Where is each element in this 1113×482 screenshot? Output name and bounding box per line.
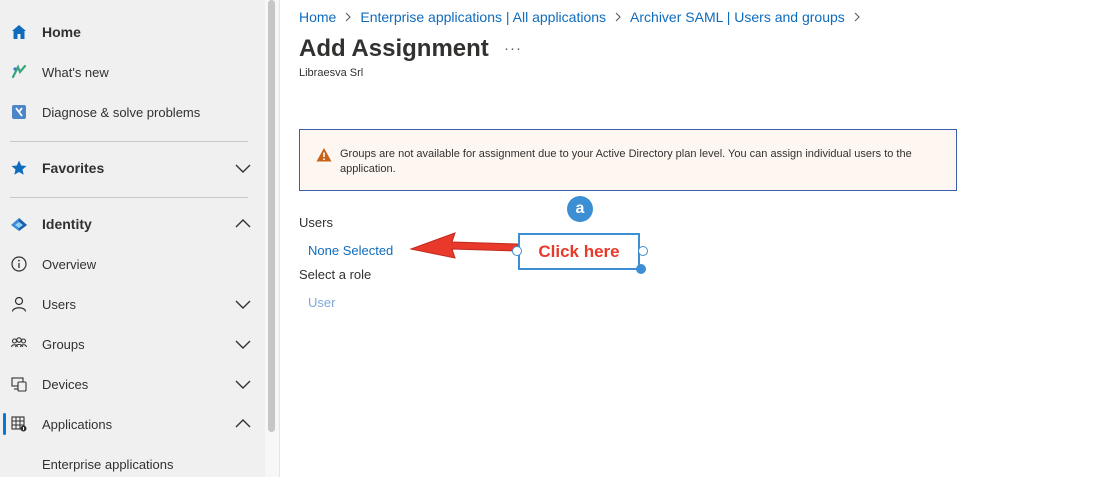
chevron-right-icon	[614, 10, 622, 25]
sidebar-item-devices[interactable]: Devices	[0, 366, 265, 402]
user-icon	[10, 295, 28, 313]
more-options-button[interactable]: ···	[504, 40, 522, 57]
chevron-up-icon[interactable]	[234, 215, 252, 233]
applications-icon	[10, 415, 28, 433]
page-subtitle: Libraesva Srl	[299, 67, 364, 79]
sidebar-item-identity[interactable]: Identity	[0, 206, 265, 242]
annotation-handle	[638, 246, 648, 256]
breadcrumb-home[interactable]: Home	[299, 9, 336, 25]
annotation-arrow	[409, 232, 519, 259]
sidebar-item-applications[interactable]: Applications	[0, 406, 265, 442]
sidebar-item-label: Enterprise applications	[42, 456, 174, 472]
chevron-right-icon	[344, 10, 352, 25]
sidebar-scrollbar[interactable]	[265, 0, 280, 477]
whats-new-icon	[10, 63, 28, 81]
chevron-up-icon[interactable]	[234, 415, 252, 433]
sidebar-nav: Home What's new Diagnose & solve problem…	[0, 0, 265, 477]
sidebar-item-label: Identity	[42, 216, 92, 232]
sidebar-item-label: Applications	[42, 416, 113, 432]
sidebar-item-diagnose[interactable]: Diagnose & solve problems	[0, 94, 265, 130]
role-select-link[interactable]: User	[308, 295, 335, 310]
sidebar-item-label: Favorites	[42, 160, 105, 176]
sidebar-divider	[10, 197, 248, 198]
annotation-handle	[512, 246, 522, 256]
chevron-down-icon[interactable]	[234, 295, 252, 313]
page-title: Add Assignment	[299, 35, 489, 62]
warning-message: Groups are not available for assignment …	[340, 148, 912, 175]
users-label: Users	[299, 215, 333, 230]
diagnose-icon	[10, 103, 28, 121]
identity-icon	[10, 215, 28, 233]
groups-icon	[10, 335, 28, 353]
sidebar-item-whats-new[interactable]: What's new	[0, 54, 265, 90]
home-icon	[10, 23, 28, 41]
sidebar-item-label: Home	[42, 24, 81, 40]
info-icon	[10, 255, 28, 273]
role-label: Select a role	[299, 267, 372, 282]
annotation-handle	[636, 264, 646, 274]
annotation-callout: Click here	[518, 233, 640, 270]
sidebar-item-label: Overview	[42, 256, 97, 272]
sidebar-item-label: What's new	[42, 64, 109, 80]
breadcrumb: Home Enterprise applications | All appli…	[299, 9, 869, 25]
star-icon	[10, 159, 28, 177]
sidebar-item-label: Diagnose & solve problems	[42, 104, 201, 120]
sidebar-item-label: Users	[42, 296, 76, 312]
chevron-right-icon	[853, 10, 861, 25]
sidebar-item-overview[interactable]: Overview	[0, 246, 265, 282]
sidebar-item-groups[interactable]: Groups	[0, 326, 265, 362]
breadcrumb-enterprise-applications[interactable]: Enterprise applications | All applicatio…	[360, 9, 606, 25]
warning-icon	[316, 147, 332, 163]
sidebar-item-label: Groups	[42, 336, 85, 352]
devices-icon	[10, 375, 28, 393]
chevron-down-icon[interactable]	[234, 159, 252, 177]
chevron-down-icon[interactable]	[234, 335, 252, 353]
annotation-badge: a	[567, 196, 593, 222]
scrollbar-thumb[interactable]	[268, 0, 275, 432]
chevron-down-icon[interactable]	[234, 375, 252, 393]
breadcrumb-archiver-saml[interactable]: Archiver SAML | Users and groups	[630, 9, 845, 25]
warning-banner: Groups are not available for assignment …	[299, 129, 957, 191]
sidebar-item-users[interactable]: Users	[0, 286, 265, 322]
sidebar-divider	[10, 141, 248, 142]
sidebar-item-home[interactable]: Home	[0, 14, 265, 50]
sidebar-item-favorites[interactable]: Favorites	[0, 150, 265, 186]
annotation-text: Click here	[538, 241, 620, 261]
sidebar-item-label: Devices	[42, 376, 89, 392]
users-select-link[interactable]: None Selected	[308, 243, 393, 258]
